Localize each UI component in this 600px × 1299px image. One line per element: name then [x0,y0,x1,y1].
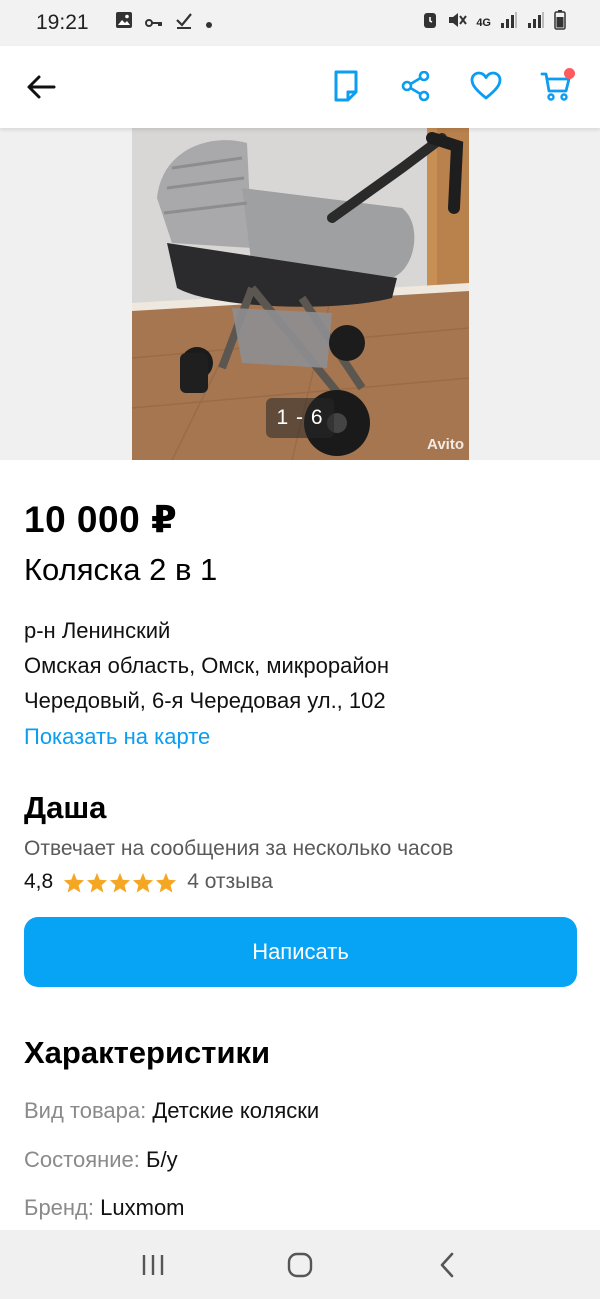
signal-icon-2 [527,11,545,35]
photo-counter: 1 - 6 [266,398,334,438]
listing-title: Коляска 2 в 1 [24,552,218,587]
note-button[interactable] [326,66,366,106]
home-button[interactable] [270,1240,330,1290]
characteristic-value: Б/у [146,1147,178,1172]
characteristic-row: Бренд: Luxmom [24,1195,185,1221]
characteristic-key: Бренд: [24,1195,95,1220]
address-district: р-н Ленинский [24,618,171,643]
listing-price: 10 000 ₽ [24,499,178,540]
favorite-button[interactable] [466,66,506,106]
address-line: Чередовый, 6-я Чередовая ул., 102 [24,688,386,713]
back-arrow-icon [27,75,56,99]
network-type-icon: 4G [476,16,491,29]
note-icon [334,70,358,102]
app-bar [0,46,600,128]
heart-icon [470,71,502,100]
status-time: 19:21 [36,11,89,34]
characteristics-title: Характеристики [24,1035,271,1070]
star-icon [133,872,154,893]
back-icon [440,1252,453,1277]
characteristic-row: Состояние: Б/у [24,1147,178,1173]
star-icon [156,872,177,893]
check-notification-icon [175,11,193,35]
characteristic-row: Вид товара: Детские коляски [24,1098,319,1124]
mute-icon [447,11,468,35]
characteristic-key: Вид товара: [24,1098,147,1123]
star-icon [64,872,85,893]
cart-button[interactable] [536,66,576,106]
more-notifications-dot-icon [205,12,213,35]
back-button[interactable] [24,70,58,104]
share-icon [401,71,430,101]
avito-watermark: Avito [427,436,464,453]
key-notification-icon [144,12,163,35]
recents-icon [143,1254,164,1275]
photo-gallery[interactable]: 1 - 6 Avito [0,128,600,460]
share-button[interactable] [396,66,436,106]
rating-value: 4,8 [24,870,54,893]
cart-badge [564,68,575,79]
characteristic-value: Luxmom [100,1195,185,1220]
reviews-count[interactable]: 4 отзыва [187,870,273,894]
characteristic-value: Детские коляски [152,1098,320,1123]
characteristic-key: Состояние: [24,1147,140,1172]
seller-response-time: Отвечает на сообщения за несколько часов [24,837,454,860]
write-message-button[interactable]: Написать [24,917,577,987]
home-icon [287,1252,313,1277]
battery-icon [554,10,566,36]
show-on-map-link[interactable]: Показать на карте [24,724,210,750]
signal-icon-1 [500,11,518,35]
system-back-button[interactable] [417,1240,477,1290]
alarm-icon [422,10,438,36]
rating-stars [63,872,177,893]
star-icon [87,872,108,893]
gallery-notification-icon [115,11,133,35]
recents-button[interactable] [123,1240,183,1290]
seller-rating[interactable]: 4,8 4 отзыва [24,870,273,894]
address-line: Омская область, Омск, микрорайон [24,653,390,678]
status-bar: 19:21 4G [0,0,600,46]
seller-name[interactable]: Даша [24,790,106,826]
star-icon [110,872,131,893]
system-nav-bar [0,1230,600,1299]
